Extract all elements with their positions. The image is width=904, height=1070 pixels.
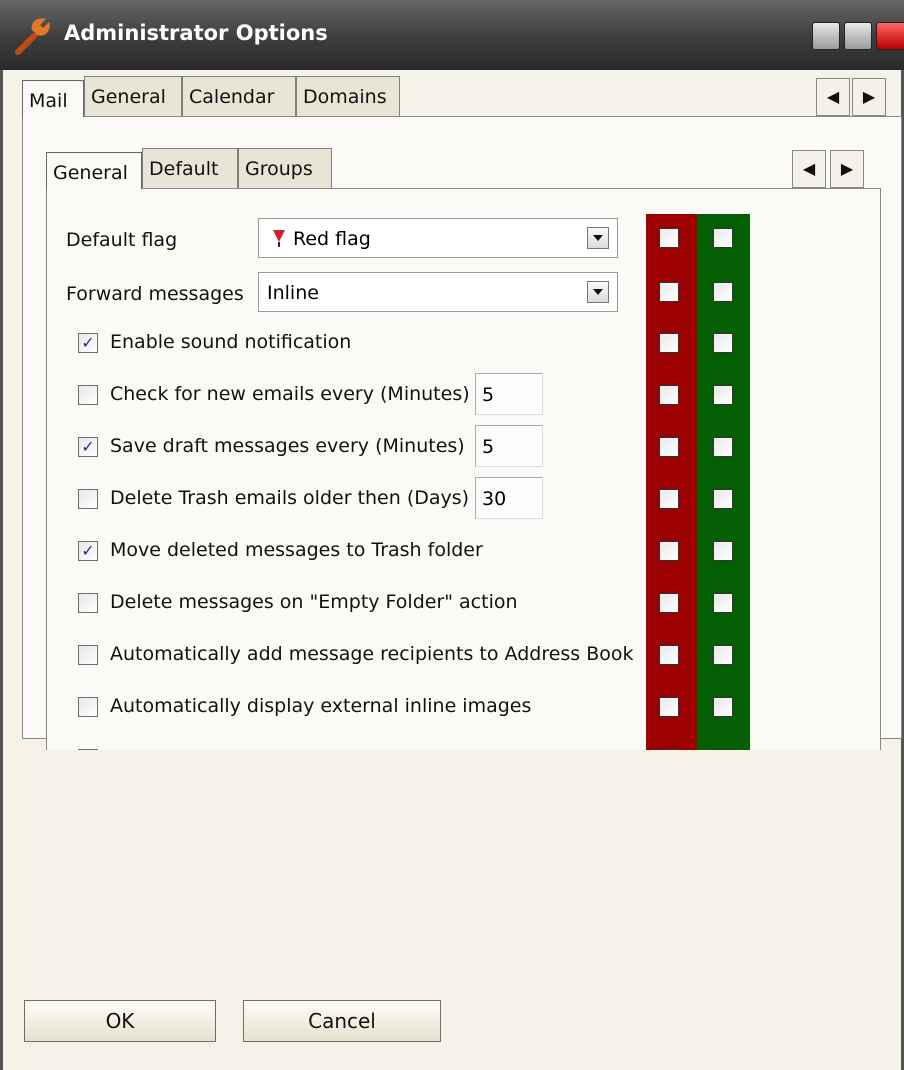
default-flag-value: Red flag (293, 228, 371, 250)
lock-green-checkbox[interactable] (713, 697, 733, 717)
minimize-button[interactable] (812, 22, 840, 50)
subtab-default[interactable]: Default (142, 148, 238, 188)
option-label: Automatically display external inline im… (110, 695, 532, 717)
option-label: Enable sound notification (110, 331, 352, 353)
lock-red-checkbox[interactable] (659, 437, 679, 457)
forward-messages-select[interactable]: Inline (258, 272, 618, 312)
lock-green-checkbox[interactable] (713, 645, 733, 665)
chevron-down-icon[interactable] (587, 281, 609, 303)
tab-domains[interactable]: Domains (296, 76, 400, 116)
lock-red-checkbox[interactable] (659, 385, 679, 405)
forward-messages-label: Forward messages (66, 283, 244, 305)
chevron-down-icon[interactable] (587, 227, 609, 249)
lock-green-checkbox[interactable] (713, 541, 733, 561)
lock-red-checkbox[interactable] (659, 593, 679, 613)
maximize-button[interactable] (844, 22, 872, 50)
option-number-input[interactable]: 5 (475, 425, 543, 467)
lock-red-checkbox[interactable] (659, 697, 679, 717)
lock-green-checkbox[interactable] (713, 437, 733, 457)
lock-green-checkbox[interactable] (713, 593, 733, 613)
lock-red-checkbox[interactable] (659, 333, 679, 353)
option-label: Move deleted messages to Trash folder (110, 539, 483, 561)
outer-tab-scroll-right[interactable]: ▶ (852, 78, 886, 116)
option-checkbox[interactable] (78, 385, 98, 405)
lock-green-checkbox-default-flag[interactable] (713, 228, 733, 248)
option-label: Delete messages on "Empty Folder" action (110, 591, 518, 613)
lock-green-checkbox[interactable] (713, 489, 733, 509)
option-checkbox[interactable]: ✓ (78, 541, 98, 561)
lock-red-checkbox[interactable] (659, 541, 679, 561)
lock-red-checkbox[interactable] (659, 489, 679, 509)
option-checkbox[interactable] (78, 489, 98, 509)
option-checkbox[interactable]: ✓ (78, 333, 98, 353)
option-label: Save draft messages every (Minutes) (110, 435, 465, 457)
lock-red-checkbox-forward-messages[interactable] (659, 282, 679, 302)
option-number-input[interactable]: 5 (475, 373, 543, 415)
tab-calendar[interactable]: Calendar (182, 76, 296, 116)
default-flag-select[interactable]: Red flag (258, 218, 618, 258)
wrench-icon (15, 18, 50, 55)
option-checkbox[interactable] (78, 645, 98, 665)
option-label: Automatically add message recipients to … (110, 643, 634, 665)
lock-green-checkbox[interactable] (713, 385, 733, 405)
lock-green-checkbox[interactable] (713, 333, 733, 353)
tab-general[interactable]: General (84, 76, 182, 116)
ok-button[interactable]: OK (24, 1000, 216, 1042)
outer-tab-scroll-left[interactable]: ◀ (816, 78, 850, 116)
forward-messages-value: Inline (267, 282, 319, 304)
option-checkbox[interactable] (78, 697, 98, 717)
red-flag-icon (271, 228, 287, 253)
lock-red-checkbox[interactable] (659, 645, 679, 665)
option-checkbox[interactable]: ✓ (78, 437, 98, 457)
option-label: Delete Trash emails older then (Days) (110, 487, 470, 509)
administrator-options-window: Administrator Options Mail General Calen… (0, 0, 904, 1070)
default-flag-label: Default flag (66, 229, 178, 251)
title-bar[interactable]: Administrator Options (0, 0, 904, 70)
lock-green-checkbox-forward-messages[interactable] (713, 282, 733, 302)
lock-red-checkbox-default-flag[interactable] (659, 228, 679, 248)
inner-tab-scroll-left[interactable]: ◀ (792, 150, 826, 188)
option-checkbox[interactable] (78, 593, 98, 613)
option-number-input[interactable]: 30 (475, 477, 543, 519)
option-label: Check for new emails every (Minutes) (110, 383, 470, 405)
subtab-groups[interactable]: Groups (238, 148, 332, 188)
window-title: Administrator Options (64, 21, 328, 45)
inner-tab-scroll-right[interactable]: ▶ (830, 150, 864, 188)
close-button[interactable] (876, 22, 904, 50)
cancel-button[interactable]: Cancel (243, 1000, 441, 1042)
